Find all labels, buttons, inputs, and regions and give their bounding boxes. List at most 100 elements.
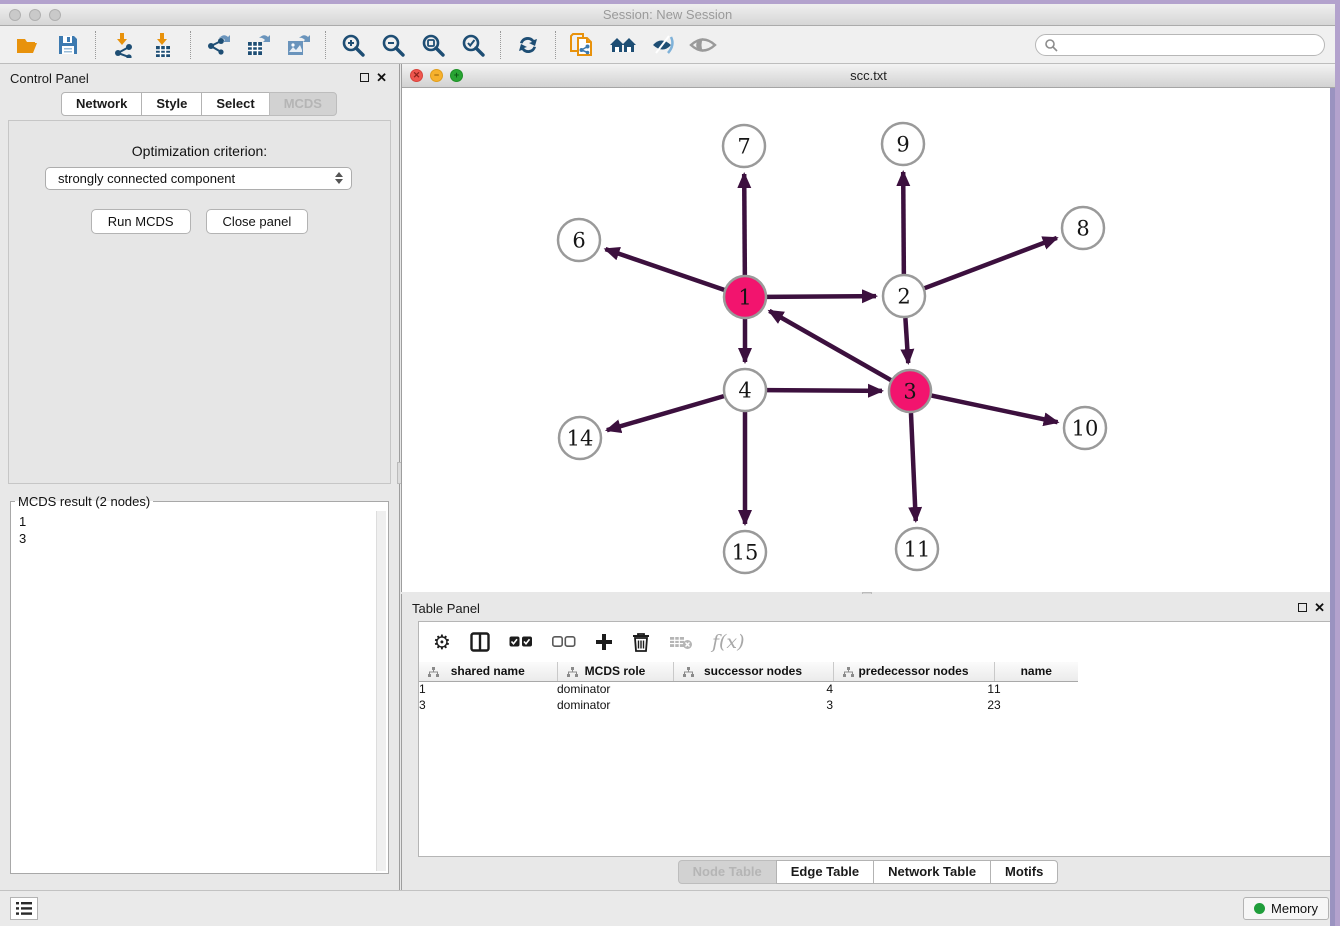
control-panel-title: Control Panel (10, 71, 89, 86)
window-titlebar: Session: New Session (0, 4, 1335, 26)
column-header-successor-nodes[interactable]: successor nodes (673, 662, 833, 681)
header-filler (1078, 662, 1330, 681)
column-header-name[interactable]: name (994, 662, 1078, 681)
zoom-out-icon[interactable] (376, 30, 410, 60)
create-column-plus-icon[interactable] (595, 633, 613, 651)
mcds-panel: Optimization criterion: strongly connect… (8, 120, 391, 484)
result-scrollbar[interactable] (376, 511, 386, 871)
table-toolbar: ⚙ f(x) (419, 622, 1330, 662)
zoom-fit-icon[interactable] (416, 30, 450, 60)
save-session-icon[interactable] (51, 30, 85, 60)
clone-network-icon[interactable] (566, 30, 600, 60)
show-columns-icon[interactable] (470, 632, 490, 652)
import-network-icon[interactable] (106, 30, 140, 60)
export-image-icon[interactable] (281, 30, 315, 60)
table-cell[interactable] (1078, 697, 1330, 713)
network-home-icon[interactable] (606, 30, 640, 60)
export-network-icon[interactable] (201, 30, 235, 60)
export-table-icon[interactable] (241, 30, 275, 60)
tab-edge-table[interactable]: Edge Table (776, 860, 874, 884)
graph-node-label: 9 (896, 132, 909, 156)
graph-node-label: 6 (572, 228, 585, 252)
graph-node-label: 14 (567, 426, 594, 450)
table-cell[interactable] (1078, 681, 1330, 697)
list-icon (16, 902, 32, 915)
graph-edge-2-9[interactable] (903, 172, 904, 274)
optimization-criterion-select[interactable]: strongly connected component (45, 167, 352, 190)
table-cell[interactable]: 3 (673, 697, 833, 713)
run-mcds-button[interactable]: Run MCDS (91, 209, 191, 234)
table-cell[interactable]: 1 (419, 681, 557, 697)
show-hide-eye-icon (686, 30, 720, 60)
graph-edge-3-10[interactable] (932, 396, 1058, 423)
graph-node-label: 1 (738, 285, 751, 309)
apply-layout-icon[interactable] (511, 30, 545, 60)
sort-icon (428, 667, 439, 677)
table-cell[interactable]: dominator (557, 697, 673, 713)
mcds-result-text[interactable]: 1 3 (13, 511, 376, 871)
network-window-titlebar[interactable]: ✕ − + scc.txt (402, 64, 1335, 88)
graph-edge-2-8[interactable] (925, 238, 1057, 288)
close-table-panel-icon[interactable]: ✕ (1314, 600, 1325, 616)
tab-node-table[interactable]: Node Table (678, 860, 777, 884)
search-box[interactable] (1035, 34, 1325, 56)
task-history-button[interactable] (10, 897, 38, 920)
close-panel-button[interactable]: Close panel (206, 209, 309, 234)
table-cell[interactable]: 1 (994, 681, 1078, 697)
graph-node-label: 4 (738, 378, 751, 402)
float-table-panel-icon[interactable] (1298, 603, 1307, 612)
node-table: shared name MCDS role successor nodes pr… (419, 662, 1330, 713)
table-settings-gear-icon[interactable]: ⚙ (433, 630, 451, 654)
delete-table-icon (669, 634, 693, 650)
tab-select[interactable]: Select (201, 92, 269, 116)
graph-edge-2-3[interactable] (905, 318, 908, 363)
graph-edge-3-1[interactable] (769, 311, 891, 380)
graph-edge-4-14[interactable] (607, 396, 724, 430)
table-cell[interactable]: 2 (833, 697, 994, 713)
network-canvas[interactable]: 7968124314101511 (402, 88, 1335, 592)
select-all-rows-icon[interactable] (509, 636, 533, 648)
network-graph[interactable]: 7968124314101511 (402, 88, 1335, 592)
table-row[interactable]: 3dominator323 (419, 697, 1330, 713)
graph-node-label: 10 (1072, 416, 1099, 440)
tab-network[interactable]: Network (61, 92, 142, 116)
table-cell[interactable]: dominator (557, 681, 673, 697)
table-row[interactable]: 1dominator411 (419, 681, 1330, 697)
toolbar-separator (500, 31, 501, 59)
tab-mcds[interactable]: MCDS (269, 92, 337, 116)
delete-columns-trash-icon[interactable] (632, 632, 650, 652)
memory-status-icon (1254, 903, 1265, 914)
column-header-shared-name[interactable]: shared name (419, 662, 557, 681)
zoom-in-icon[interactable] (336, 30, 370, 60)
table-cell[interactable]: 4 (673, 681, 833, 697)
graph-edge-3-11[interactable] (911, 413, 916, 521)
tab-style[interactable]: Style (141, 92, 202, 116)
search-input[interactable] (1058, 36, 1324, 54)
table-cell[interactable]: 3 (994, 697, 1078, 713)
graph-edge-1-2[interactable] (767, 296, 876, 297)
column-header-mcds-role[interactable]: MCDS role (557, 662, 673, 681)
graph-edge-1-7[interactable] (744, 174, 745, 275)
float-panel-icon[interactable] (360, 73, 369, 82)
memory-button[interactable]: Memory (1243, 897, 1329, 920)
open-session-icon[interactable] (11, 30, 45, 60)
table-panel-title: Table Panel (412, 601, 480, 616)
toolbar-separator (95, 31, 96, 59)
graph-node-label: 8 (1076, 216, 1089, 240)
table-panel-header: Table Panel ✕ (402, 594, 1335, 622)
graph-edge-1-6[interactable] (605, 249, 724, 290)
main-toolbar (0, 26, 1335, 64)
hide-graphics-details-icon[interactable] (646, 30, 680, 60)
graph-edge-4-3[interactable] (767, 390, 882, 391)
zoom-selected-icon[interactable] (456, 30, 490, 60)
optimization-criterion-label: Optimization criterion: (9, 143, 390, 159)
table-cell[interactable]: 3 (419, 697, 557, 713)
deselect-all-rows-icon[interactable] (552, 636, 576, 648)
tab-motifs[interactable]: Motifs (990, 860, 1058, 884)
mcds-result-box: MCDS result (2 nodes) 1 3 (10, 494, 389, 874)
table-cell[interactable]: 1 (833, 681, 994, 697)
close-panel-icon[interactable]: ✕ (376, 70, 387, 86)
import-table-icon[interactable] (146, 30, 180, 60)
tab-network-table[interactable]: Network Table (873, 860, 991, 884)
column-header-predecessor-nodes[interactable]: predecessor nodes (833, 662, 994, 681)
